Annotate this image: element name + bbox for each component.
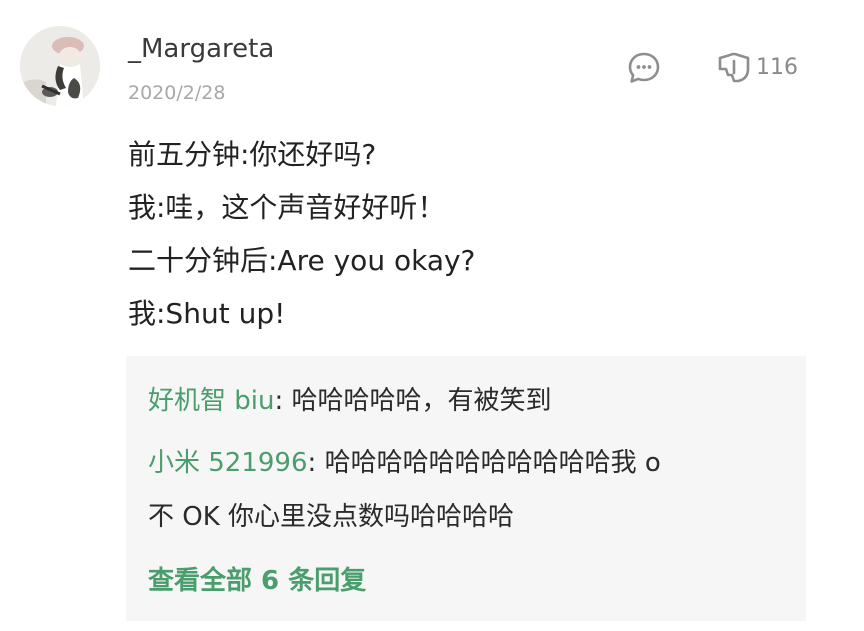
avatar-photo <box>20 26 100 106</box>
view-all-replies-link[interactable]: 查看全部 6 条回复 <box>148 554 366 608</box>
avatar[interactable] <box>20 26 100 106</box>
reply-button[interactable] <box>626 50 662 86</box>
reply-line: 好机智 biu: 哈哈哈哈哈，有被笑到 <box>148 374 552 428</box>
chat-bubble-icon <box>628 52 660 83</box>
reply-text: 哈哈哈哈哈哈哈哈哈哈哈我 o <box>324 448 661 478</box>
like-button[interactable]: 116 <box>716 48 798 86</box>
comment-body-line: 二十分钟后:Are you okay? <box>128 244 476 277</box>
comment-body-line: 我:Shut up! <box>128 297 286 330</box>
reply-item[interactable]: 好机智 biu: 哈哈哈哈哈，有被笑到 <box>148 374 552 428</box>
reply-separator: : <box>274 386 292 416</box>
reply-text: 不 OK 你心里没点数吗哈哈哈哈 <box>148 502 515 532</box>
replies-panel: 好机智 biu: 哈哈哈哈哈，有被笑到 小米 521996: 哈哈哈哈哈哈哈哈哈… <box>126 356 806 621</box>
reply-author[interactable]: 好机智 biu <box>148 386 274 416</box>
comment-body-line: 我:哇，这个声音好好听！ <box>128 191 446 224</box>
comment-body-line: 前五分钟:你还好吗? <box>128 138 377 171</box>
reply-item[interactable]: 小米 521996: 哈哈哈哈哈哈哈哈哈哈哈我 o 不 OK 你心里没点数吗哈哈… <box>148 436 661 544</box>
username[interactable]: _Margareta <box>128 32 274 66</box>
like-count: 116 <box>756 54 798 80</box>
comment-body: 前五分钟:你还好吗? 我:哇，这个声音好好听！ 二十分钟后:Are you ok… <box>128 128 475 340</box>
reply-author[interactable]: 小米 521996 <box>148 448 308 478</box>
reply-line: 小米 521996: 哈哈哈哈哈哈哈哈哈哈哈我 o <box>148 436 661 490</box>
reply-separator: : <box>307 448 325 478</box>
post-date: 2020/2/28 <box>128 82 226 104</box>
reply-text: 哈哈哈哈哈，有被笑到 <box>291 386 552 416</box>
comment-card: _Margareta 2020/2/28 116 前五分钟:你还好吗? 我:哇，… <box>0 0 864 631</box>
like-thumb-icon <box>718 52 750 83</box>
